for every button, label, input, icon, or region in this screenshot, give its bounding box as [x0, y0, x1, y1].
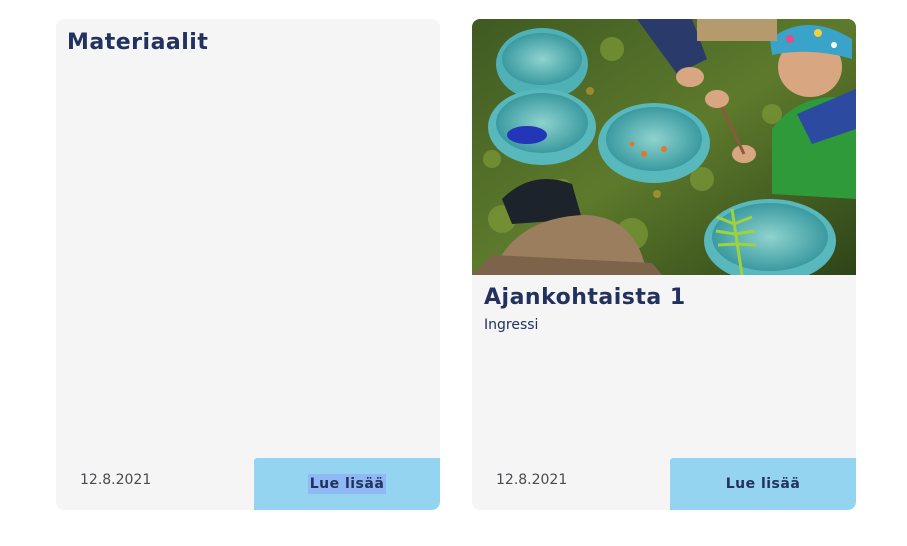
read-more-label: Lue lisää [307, 474, 387, 494]
card-title: Materiaalit [67, 30, 209, 55]
read-more-button[interactable]: Lue lisää [254, 458, 440, 510]
read-more-label: Lue lisää [725, 476, 801, 492]
news-card-materiaalit: Materiaalit 12.8.2021 Lue lisää [56, 19, 440, 510]
read-more-button[interactable]: Lue lisää [670, 458, 856, 510]
card-ingress: Ingressi [484, 317, 539, 333]
card-date: 12.8.2021 [496, 472, 568, 488]
card-date: 12.8.2021 [80, 472, 152, 488]
card-image[interactable] [472, 19, 856, 275]
card-title: Ajankohtaista 1 [484, 285, 686, 310]
news-card-ajankohtaista: Ajankohtaista 1 Ingressi 12.8.2021 Lue l… [472, 19, 856, 510]
